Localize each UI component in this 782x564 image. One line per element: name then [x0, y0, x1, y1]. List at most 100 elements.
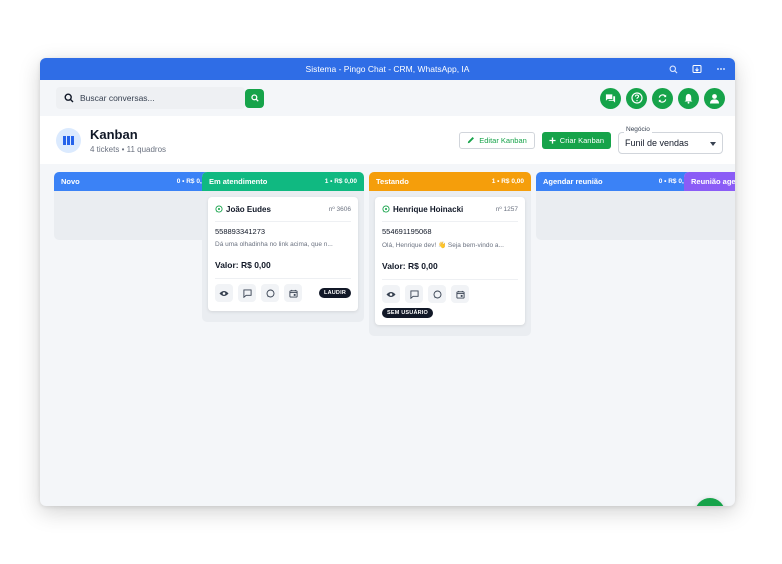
title-bar-controls	[667, 58, 727, 80]
divider	[215, 278, 351, 279]
whatsapp-icon	[382, 205, 390, 213]
deal-value: Valor: R$ 0,00	[215, 260, 271, 270]
page-title: Kanban	[90, 126, 138, 142]
column-header: Testando 1 • R$ 0,00	[369, 172, 531, 191]
deal-value: Valor: R$ 0,00	[382, 261, 438, 271]
search-button[interactable]	[245, 88, 264, 108]
eye-icon	[219, 290, 229, 296]
contact-phone: 554691195068	[382, 227, 432, 236]
profile-button[interactable]	[704, 87, 725, 109]
page-title-block: Kanban 4 tickets • 11 quadros	[90, 127, 166, 154]
column-header: Reunião agendada	[684, 172, 735, 191]
card-header: Henrique Hoinacki nº 1257	[382, 203, 518, 215]
column-title: Agendar reunião	[543, 177, 603, 186]
header-actions: Editar Kanban Criar Kanban Negócio Funil…	[459, 125, 723, 154]
view-button[interactable]	[215, 284, 233, 302]
kanban-column-testando: Testando 1 • R$ 0,00 Henrique Hoinacki n…	[369, 172, 531, 336]
chat-icon	[605, 93, 616, 103]
kanban-column-novo: Novo 0 • R$ 0,00	[54, 172, 216, 240]
ticket-number: nº 1257	[495, 205, 518, 213]
app-window: Sistema - Pingo Chat - CRM, WhatsApp, IA…	[40, 58, 735, 506]
column-summary: 1 • R$ 0,00	[324, 178, 357, 185]
kanban-icon	[56, 127, 81, 153]
business-select-label: Negócio	[624, 125, 652, 133]
column-header: Agendar reunião 0 • R$ 0,00	[536, 172, 698, 191]
kanban-board: Novo 0 • R$ 0,00 Em atendimento 1 • R$ 0…	[54, 172, 735, 506]
create-kanban-button[interactable]: Criar Kanban	[541, 131, 611, 149]
more-options-icon[interactable]	[715, 63, 727, 75]
top-bar: Buscar conversas...	[40, 80, 735, 116]
notifications-button[interactable]	[678, 87, 699, 109]
ticket-card[interactable]: João Eudes nº 3606 558893341273 Dá uma o…	[208, 197, 358, 311]
whatsapp-icon	[266, 289, 274, 297]
eye-icon	[386, 291, 396, 297]
divider	[382, 279, 518, 280]
help-button[interactable]	[626, 87, 647, 109]
message-button[interactable]	[238, 284, 256, 302]
whatsapp-button[interactable]	[428, 285, 446, 303]
divider	[215, 221, 351, 222]
ticket-card[interactable]: Henrique Hoinacki nº 1257 554691195068 O…	[375, 197, 525, 325]
plus-icon	[549, 136, 556, 144]
user-icon	[709, 93, 720, 104]
last-message: Dá uma olhadinha no link acima, que n...	[215, 241, 333, 248]
calendar-icon	[455, 290, 465, 299]
page-header: Kanban 4 tickets • 11 quadros Editar Kan…	[40, 116, 735, 164]
kanban-column-reuniao-agendada: Reunião agendada	[684, 172, 735, 240]
edit-kanban-button[interactable]: Editar Kanban	[459, 131, 535, 149]
whatsapp-icon	[215, 205, 223, 213]
user-tag: LAUDIR	[319, 288, 351, 298]
view-button[interactable]	[382, 285, 400, 303]
card-contact: João Eudes	[215, 205, 271, 214]
column-title: Testando	[376, 177, 409, 186]
search-icon	[250, 94, 259, 102]
card-actions	[382, 285, 518, 303]
ticket-number: nº 3606	[328, 205, 351, 213]
title-bar: Sistema - Pingo Chat - CRM, WhatsApp, IA	[40, 58, 735, 80]
refresh-button[interactable]	[652, 87, 673, 109]
window-title: Sistema - Pingo Chat - CRM, WhatsApp, IA	[305, 64, 470, 74]
message-icon	[409, 289, 419, 299]
calendar-icon	[288, 289, 298, 298]
pencil-icon	[468, 137, 475, 144]
card-header: João Eudes nº 3606	[215, 203, 351, 215]
bell-icon	[684, 93, 693, 104]
message-icon	[242, 288, 252, 298]
column-title: Em atendimento	[209, 177, 268, 186]
schedule-button[interactable]	[284, 284, 302, 302]
kanban-column-em-atendimento: Em atendimento 1 • R$ 0,00 João Eudes nº…	[202, 172, 364, 322]
last-message: Olá, Henrique dev! 👋 Seja bem-vindo a...	[382, 242, 504, 249]
search-box[interactable]: Buscar conversas...	[56, 87, 245, 109]
column-title: Novo	[61, 177, 80, 186]
chat-button[interactable]	[600, 87, 621, 109]
contact-phone: 558893341273	[215, 227, 266, 236]
card-actions: LAUDIR	[215, 284, 351, 302]
edit-kanban-label: Editar Kanban	[479, 135, 527, 145]
user-tag: SEM USUÁRIO	[382, 308, 434, 318]
schedule-button[interactable]	[451, 285, 469, 303]
business-select-value: Funil de vendas	[625, 137, 689, 148]
contact-name: Henrique Hoinacki	[393, 204, 464, 214]
column-header: Novo 0 • R$ 0,00	[54, 172, 216, 191]
top-actions	[600, 87, 725, 109]
contact-name: João Eudes	[226, 204, 271, 214]
whatsapp-button[interactable]	[261, 284, 279, 302]
card-contact: Henrique Hoinacki	[382, 205, 463, 214]
message-button[interactable]	[405, 285, 423, 303]
column-title: Reunião agendada	[691, 177, 735, 186]
whatsapp-icon	[433, 290, 441, 298]
search-input[interactable]: Buscar conversas...	[80, 93, 155, 103]
page-subtitle: 4 tickets • 11 quadros	[90, 144, 167, 154]
chevron-down-icon	[710, 141, 716, 146]
divider	[382, 221, 518, 222]
column-summary: 1 • R$ 0,00	[491, 178, 524, 185]
install-app-icon[interactable]	[691, 63, 703, 75]
help-icon	[630, 92, 643, 104]
kanban-column-agendar-reuniao: Agendar reunião 0 • R$ 0,00	[536, 172, 698, 240]
business-select[interactable]: Negócio Funil de vendas	[618, 125, 723, 154]
refresh-icon	[658, 93, 667, 103]
zoom-icon[interactable]	[667, 63, 679, 75]
search-icon	[64, 93, 74, 103]
column-header: Em atendimento 1 • R$ 0,00	[202, 172, 364, 191]
create-kanban-label: Criar Kanban	[559, 135, 604, 145]
